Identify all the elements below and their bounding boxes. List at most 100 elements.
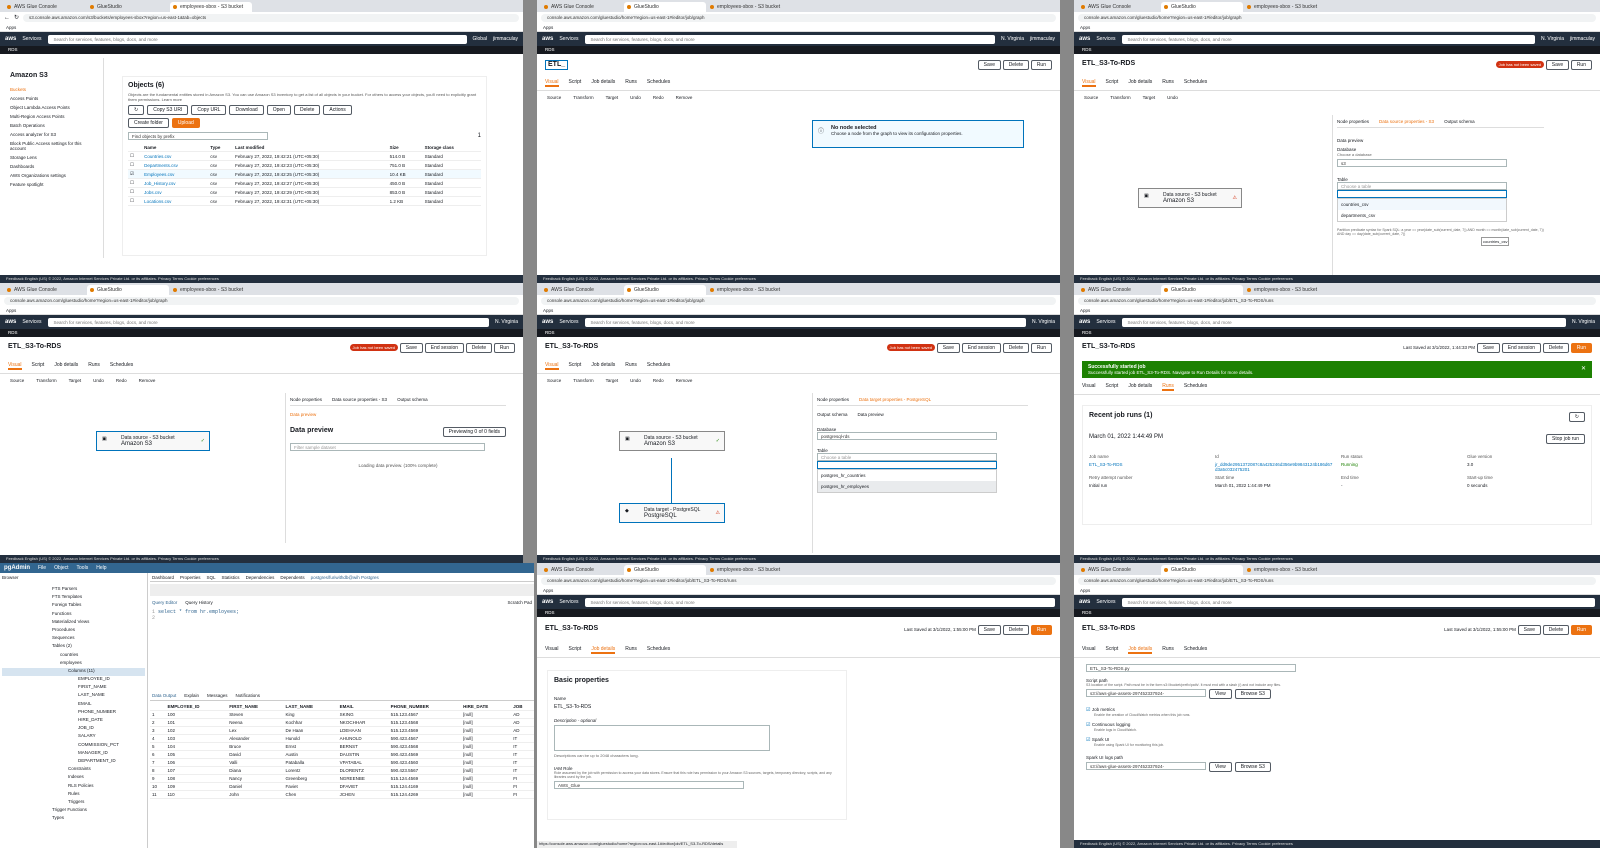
table-cell[interactable]: [null] xyxy=(461,726,512,735)
table-cell[interactable]: Locations.csv xyxy=(142,196,209,206)
table-cell[interactable]: Nancy xyxy=(227,774,284,783)
table-cell[interactable]: 110 xyxy=(165,790,228,799)
table-cell[interactable]: DAUSTIN xyxy=(337,750,389,759)
transform-button[interactable]: Transform xyxy=(1110,95,1130,100)
table-cell[interactable]: 590.423.4569 xyxy=(388,750,462,759)
table-cell[interactable]: Kochhar xyxy=(283,718,338,727)
tree-item[interactable]: Sequences xyxy=(2,635,145,643)
browser-tab[interactable]: GlueStudio xyxy=(1161,285,1243,295)
table-cell[interactable]: Neena xyxy=(227,718,284,727)
browse-s3-button[interactable]: Browse S3 xyxy=(1234,689,1271,699)
region[interactable]: N. Virginia xyxy=(1541,36,1564,42)
run-button[interactable]: Run xyxy=(1570,625,1592,635)
region[interactable]: N. Virginia xyxy=(1572,319,1595,325)
table-cell[interactable]: 515.123.4567 xyxy=(388,710,462,719)
table-cell[interactable]: BERNST xyxy=(337,742,389,751)
services-menu[interactable]: Services xyxy=(22,319,41,325)
table-row[interactable]: ☐ Locations.csv csv February 27, 2022, 19:4… xyxy=(128,196,481,206)
table-cell[interactable]: [null] xyxy=(461,790,512,799)
table-cell[interactable]: DLORENTZ xyxy=(337,766,389,775)
tab-visual[interactable]: Visual xyxy=(545,79,559,87)
run-button[interactable]: Run xyxy=(1570,343,1592,353)
table-filter-input[interactable] xyxy=(817,461,997,469)
table-row[interactable]: 6 105 David Austin DAUSTIN 590.423.4569 [null]… xyxy=(150,750,534,759)
table-cell[interactable]: 106 xyxy=(165,758,228,767)
table-cell[interactable]: Bruce xyxy=(227,742,284,751)
browser-tab[interactable]: AWS Glue Console xyxy=(541,565,623,575)
aws-logo[interactable]: aws xyxy=(5,319,16,325)
table-cell[interactable]: Job_History.csv xyxy=(142,178,209,188)
sql-editor[interactable]: 1 select * from hr.employees; 2 xyxy=(152,609,472,689)
table-row[interactable]: 7 106 Valli Pataballa VPATABAL 590.423.4560 [n… xyxy=(150,758,534,767)
table-cell[interactable]: [null] xyxy=(461,766,512,775)
tree-item[interactable]: Functions xyxy=(2,611,145,619)
aws-search[interactable]: Search for services, features, blogs, do… xyxy=(584,317,1027,327)
tab-runs[interactable]: Runs xyxy=(88,362,100,370)
table-row[interactable]: ☐ Jobs.csv csv February 27, 2022, 19:42:29 … xyxy=(128,187,481,197)
tree-item[interactable]: employees xyxy=(2,660,145,668)
tree-item[interactable]: Tables (2) xyxy=(2,643,145,651)
menu-tools[interactable]: Tools xyxy=(77,565,89,571)
sidebar-item[interactable]: Buckets xyxy=(4,85,103,94)
option-countries[interactable]: countries_csv xyxy=(1338,199,1506,210)
table-cell[interactable]: Departments.csv xyxy=(142,160,209,170)
save-button[interactable]: Save xyxy=(977,625,1002,635)
sidebar-item[interactable]: Access analyzer for S3 xyxy=(4,130,103,139)
table-cell[interactable]: 102 xyxy=(165,726,228,735)
tree-item[interactable]: COMMISSION_PCT xyxy=(2,742,145,750)
bookmarks-apps[interactable]: Apps xyxy=(1074,306,1600,315)
script-path-input[interactable]: s3://aws-glue-assets-297452337924- xyxy=(1086,689,1206,697)
table-cell[interactable]: AD xyxy=(511,726,534,735)
tab-schedules[interactable]: Schedules xyxy=(647,79,670,87)
scratch-pad[interactable]: Scratch Pad xyxy=(507,600,532,605)
sidebar-item[interactable]: Object Lambda Access Points xyxy=(4,103,103,112)
table-cell[interactable]: 101 xyxy=(165,718,228,727)
table-cell[interactable]: 108 xyxy=(165,774,228,783)
browser-tab[interactable]: employees-sbox - S3 bucket xyxy=(1244,285,1326,295)
tab-job-details[interactable]: Job details xyxy=(591,646,616,654)
node-amazon-s3[interactable]: ▣ Data source - S3 bucket Amazon S3 ✓ xyxy=(619,431,725,451)
reload-icon[interactable]: ↻ xyxy=(14,14,19,21)
bookmarks-apps[interactable]: Apps xyxy=(1074,586,1600,595)
table-cell[interactable]: IT xyxy=(511,758,534,767)
tree-item[interactable]: PHONE_NUMBER xyxy=(2,709,145,717)
tab-schedules[interactable]: Schedules xyxy=(1184,646,1207,654)
delete-button[interactable]: Delete xyxy=(1002,343,1030,353)
tab-visual[interactable]: Visual xyxy=(8,362,22,370)
menu-file[interactable]: File xyxy=(38,565,46,571)
browser-tab[interactable]: AWS Glue Console xyxy=(1078,565,1160,575)
actions-button[interactable]: Actions xyxy=(323,105,352,115)
pgadmin-tab[interactable]: Dashboard xyxy=(152,575,174,580)
tree-item[interactable]: EMPLOYEE_ID xyxy=(2,676,145,684)
services-menu[interactable]: Services xyxy=(1096,36,1115,42)
save-button[interactable]: Save xyxy=(1517,625,1542,635)
table-cell[interactable]: 590.423.4567 xyxy=(388,734,462,743)
tab-script[interactable]: Script xyxy=(1106,79,1119,87)
browser-tab[interactable]: GlueStudio xyxy=(624,285,706,295)
pgadmin-tab[interactable]: Statistics xyxy=(222,575,240,580)
tab-output-schema[interactable]: Output schema xyxy=(397,397,428,402)
url-bar[interactable]: s3.console.aws.amazon.com/s3/buckets/emp… xyxy=(23,13,519,22)
tab-runs[interactable]: Runs xyxy=(625,646,637,654)
bookmarks-apps[interactable]: Apps xyxy=(0,306,523,315)
option-employees[interactable]: postgres_hr_employees xyxy=(818,481,996,492)
browser-tab[interactable]: GlueStudio xyxy=(1161,565,1243,575)
source-button[interactable]: Source xyxy=(547,378,561,383)
services-menu[interactable]: Services xyxy=(1096,599,1115,605)
table-cell[interactable]: IT xyxy=(511,750,534,759)
table-row[interactable]: 10 109 Daniel Faviet DFAVIET 515.124.4169 [nul… xyxy=(150,782,534,791)
table-filter-input[interactable] xyxy=(1337,190,1507,198)
tab-runs[interactable]: Runs xyxy=(625,79,637,87)
browser-tab[interactable]: GlueStudio xyxy=(87,285,169,295)
row-checkbox[interactable]: ☐ xyxy=(128,196,143,206)
col-header[interactable]: FIRST_NAME xyxy=(227,703,284,711)
favorites-bar[interactable]: RDS xyxy=(0,329,523,337)
tab-job-details[interactable]: Job details xyxy=(591,362,615,370)
transform-button[interactable]: Transform xyxy=(36,378,56,383)
table-cell[interactable]: 590.423.4560 xyxy=(388,758,462,767)
sidebar-item[interactable]: AWS Organizations settings xyxy=(4,171,103,180)
browser-tab[interactable]: AWS Glue Console xyxy=(1078,285,1160,295)
tab-schedules[interactable]: Schedules xyxy=(1184,79,1207,87)
tab-notifications[interactable]: Notifications xyxy=(236,693,261,698)
tab-job-details[interactable]: Job details xyxy=(1128,646,1153,654)
